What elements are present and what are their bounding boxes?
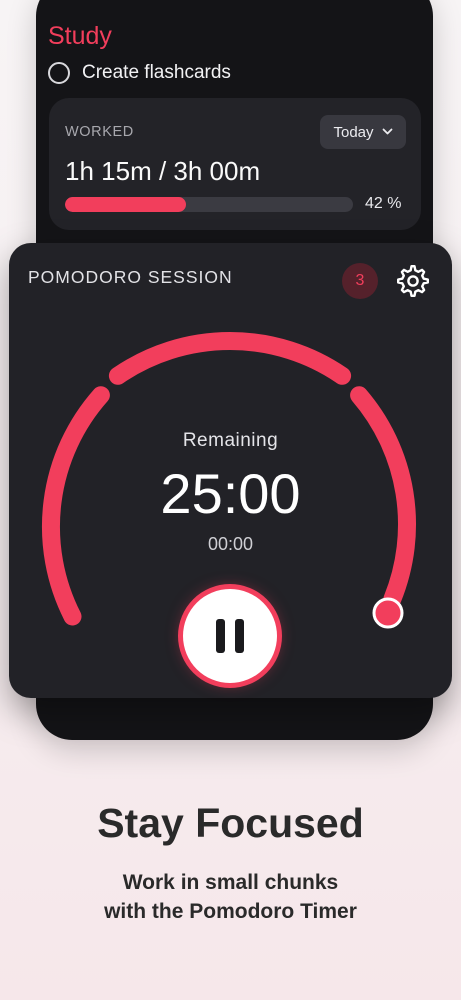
promo-subline-2: with the Pomodoro Timer (104, 900, 357, 923)
pause-icon-bar (235, 619, 244, 653)
dial-arc-top (108, 332, 352, 385)
period-dropdown[interactable]: Today (320, 115, 406, 149)
elapsed-time: 00:00 (207, 534, 254, 554)
chevron-down-icon (382, 128, 392, 135)
remaining-label: Remaining (182, 430, 279, 451)
promo-subline: Work in small chunks with the Pomodoro T… (0, 868, 461, 926)
dial-handle[interactable] (372, 597, 404, 629)
session-count-badge: 3 (342, 263, 378, 299)
worked-percent: 42 % (365, 195, 402, 212)
worked-label: WORKED (65, 124, 134, 140)
worked-value: 1h 15m / 3h 00m (65, 156, 261, 186)
promo-subline-1: Work in small chunks (122, 871, 339, 894)
pomodoro-card: POMODORO SESSION 3 Remaining 25:00 00:00 (9, 243, 452, 698)
promo-headline: Stay Focused (97, 800, 364, 846)
worked-card: WORKED Today 1h 15m / 3h 00m 42 % (49, 98, 421, 230)
pomodoro-title: POMODORO SESSION (28, 267, 233, 287)
pause-button[interactable] (183, 589, 277, 683)
pause-icon (216, 619, 225, 653)
task-label: Create flashcards (82, 62, 231, 83)
category-title: Study (48, 22, 112, 50)
period-dropdown-label: Today (333, 123, 374, 141)
worked-progress-fill (65, 197, 186, 212)
gear-icon[interactable] (395, 263, 431, 299)
task-item[interactable]: Create flashcards (48, 62, 231, 84)
worked-progress-bar (65, 197, 353, 212)
task-checkbox[interactable] (48, 62, 70, 84)
remaining-time: 25:00 (160, 462, 301, 525)
